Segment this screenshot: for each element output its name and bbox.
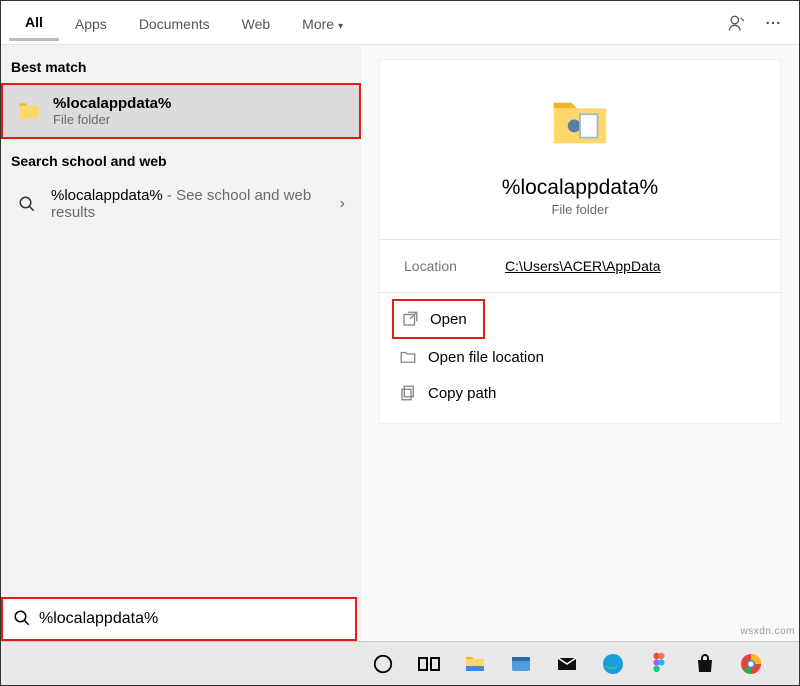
result-subtitle: File folder: [53, 112, 349, 127]
best-match-result[interactable]: %localappdata% File folder: [1, 83, 361, 139]
location-label: Location: [404, 258, 457, 274]
action-open[interactable]: Open: [392, 299, 485, 339]
taskbar-store-icon[interactable]: [691, 650, 719, 678]
tab-all[interactable]: All: [9, 4, 59, 41]
tab-web[interactable]: Web: [226, 6, 287, 40]
taskbar-cortana-icon[interactable]: [369, 650, 397, 678]
taskbar-taskview-icon[interactable]: [415, 650, 443, 678]
taskbar-figma-icon[interactable]: [645, 650, 673, 678]
action-copy-path[interactable]: Copy path: [392, 375, 768, 411]
tab-more[interactable]: More▾: [286, 6, 359, 40]
preview-pane: %localappdata% File folder Location C:\U…: [361, 45, 799, 641]
taskbar-chrome-icon[interactable]: [737, 650, 765, 678]
search-filter-tabs: All Apps Documents Web More▾: [1, 1, 799, 45]
search-input[interactable]: [39, 610, 345, 628]
tab-documents[interactable]: Documents: [123, 6, 226, 40]
taskbar-mail-icon[interactable]: [553, 650, 581, 678]
section-best-match: Best match: [1, 45, 361, 83]
results-pane: Best match %localappdata% File folder Se…: [1, 45, 361, 641]
chevron-right-icon[interactable]: ›: [334, 195, 351, 213]
section-web: Search school and web: [1, 139, 361, 177]
preview-subtitle: File folder: [551, 202, 608, 217]
taskbar-app1-icon[interactable]: [507, 650, 535, 678]
search-icon: [13, 190, 41, 218]
open-icon: [400, 309, 420, 329]
taskbar: [1, 641, 799, 685]
tab-apps[interactable]: Apps: [59, 6, 123, 40]
watermark: wsxdn.com: [740, 626, 795, 637]
feedback-icon[interactable]: [719, 5, 755, 41]
taskbar-explorer-icon[interactable]: [461, 650, 489, 678]
result-title: %localappdata%: [53, 95, 349, 112]
preview-title: %localappdata%: [502, 176, 658, 200]
more-options-icon[interactable]: [755, 5, 791, 41]
copy-icon: [398, 383, 418, 403]
location-path[interactable]: C:\Users\ACER\AppData: [505, 258, 661, 274]
chevron-down-icon: ▾: [338, 21, 343, 32]
taskbar-edge-icon[interactable]: [599, 650, 627, 678]
web-search-result[interactable]: %localappdata% - See school and web resu…: [1, 177, 361, 231]
action-open-location[interactable]: Open file location: [392, 339, 768, 375]
folder-outline-icon: [398, 347, 418, 367]
folder-large-icon: [545, 88, 615, 158]
search-bar[interactable]: [1, 597, 357, 641]
search-icon: [13, 609, 31, 630]
folder-icon: [15, 97, 43, 125]
